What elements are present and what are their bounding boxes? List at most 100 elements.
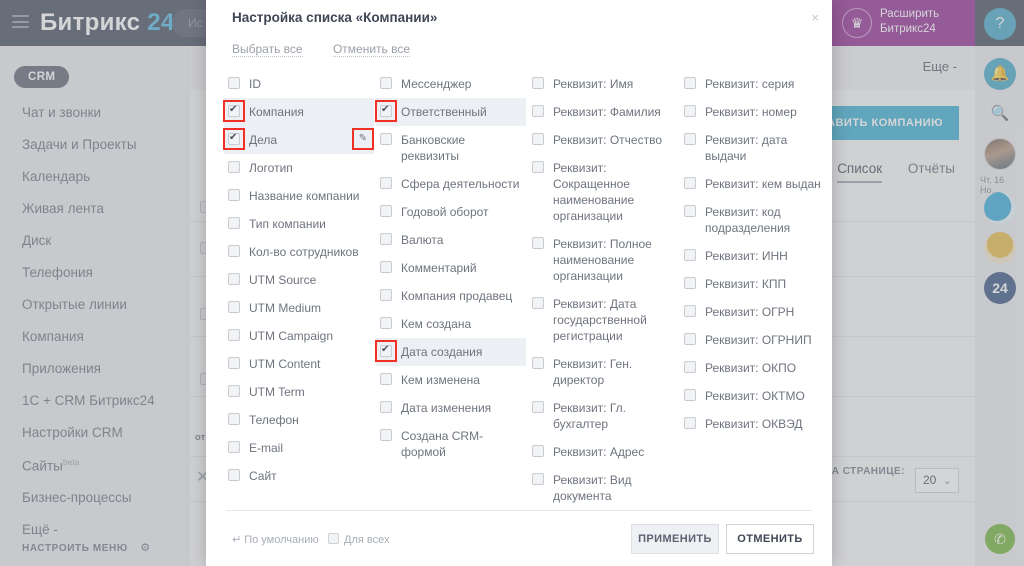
checkbox-icon[interactable]: [380, 343, 392, 357]
checkbox-icon[interactable]: [228, 77, 240, 89]
checkbox-icon[interactable]: [532, 297, 544, 309]
field-option-row[interactable]: Реквизит: Адрес: [528, 438, 678, 466]
checkbox-icon[interactable]: [380, 205, 392, 217]
field-option-row[interactable]: ID: [224, 70, 374, 98]
field-option-row[interactable]: Создана CRM-формой: [376, 422, 526, 466]
checkbox-icon[interactable]: [380, 103, 392, 117]
field-option-row[interactable]: Реквизит: ОКВЭД: [680, 410, 830, 438]
checkbox-icon[interactable]: [228, 329, 240, 341]
select-all-link[interactable]: Выбрать все: [232, 42, 303, 57]
field-option-row[interactable]: UTM Medium: [224, 294, 374, 322]
field-option-row[interactable]: UTM Term: [224, 378, 374, 406]
checkbox-icon[interactable]: [228, 131, 240, 145]
checkbox-icon[interactable]: [228, 189, 240, 201]
field-option-row[interactable]: Сайт: [224, 462, 374, 490]
field-option-row[interactable]: Реквизит: дата выдачи: [680, 126, 830, 170]
checkbox-icon[interactable]: [380, 373, 392, 385]
checkbox-icon[interactable]: [532, 105, 544, 117]
checkbox-icon[interactable]: [228, 103, 240, 117]
field-option-row[interactable]: Реквизит: ИНН: [680, 242, 830, 270]
field-option-row[interactable]: Реквизит: серия: [680, 70, 830, 98]
field-option-row[interactable]: Мессенджер: [376, 70, 526, 98]
checkbox-icon[interactable]: [380, 429, 392, 441]
field-option-row[interactable]: Реквизит: Сокращенное наименование орган…: [528, 154, 678, 230]
field-option-row[interactable]: E-mail: [224, 434, 374, 462]
deselect-all-link[interactable]: Отменить все: [332, 42, 411, 57]
field-option-row[interactable]: Телефон: [224, 406, 374, 434]
field-option-row[interactable]: Тип компании: [224, 210, 374, 238]
checkbox-icon[interactable]: [684, 177, 696, 189]
field-option-row[interactable]: Название компании: [224, 182, 374, 210]
field-option-row[interactable]: Реквизит: Фамилия: [528, 98, 678, 126]
checkbox-icon[interactable]: [228, 273, 240, 285]
checkbox-icon[interactable]: [532, 401, 544, 413]
restore-default-link[interactable]: ↵ По умолчанию: [232, 533, 319, 546]
checkbox-icon[interactable]: [684, 133, 696, 145]
checkbox-icon[interactable]: [228, 245, 240, 257]
field-option-row[interactable]: Реквизит: Ген. директор: [528, 350, 678, 394]
field-option-row[interactable]: Реквизит: код подразделения: [680, 198, 830, 242]
field-option-row[interactable]: Сфера деятельности: [376, 170, 526, 198]
checkbox-icon[interactable]: [228, 161, 240, 173]
field-option-row[interactable]: Реквизит: ОКПО: [680, 354, 830, 382]
checkbox-icon[interactable]: [228, 469, 240, 481]
field-option-row[interactable]: Кем создана: [376, 310, 526, 338]
checkbox-icon[interactable]: [380, 317, 392, 329]
field-option-row[interactable]: Годовой оборот: [376, 198, 526, 226]
field-option-row[interactable]: Реквизит: ОГРН: [680, 298, 830, 326]
field-option-row[interactable]: Кол-во сотрудников: [224, 238, 374, 266]
cancel-button[interactable]: ОТМЕНИТЬ: [726, 524, 814, 554]
checkbox-icon[interactable]: [532, 237, 544, 249]
field-option-row[interactable]: Реквизит: Полное наименование организаци…: [528, 230, 678, 290]
checkbox-icon[interactable]: [228, 357, 240, 369]
field-option-row[interactable]: Дата изменения: [376, 394, 526, 422]
field-option-row[interactable]: Реквизит: ОКТМО: [680, 382, 830, 410]
field-option-row[interactable]: Компания продавец: [376, 282, 526, 310]
field-option-row[interactable]: Комментарий: [376, 254, 526, 282]
checkbox-icon[interactable]: [684, 305, 696, 317]
checkbox-icon[interactable]: [684, 249, 696, 261]
checkbox-icon[interactable]: [380, 177, 392, 189]
field-option-row[interactable]: Валюта: [376, 226, 526, 254]
field-option-row[interactable]: Дела ✎: [224, 126, 374, 154]
checkbox-icon[interactable]: [532, 357, 544, 369]
field-option-row[interactable]: Реквизит: Отчество: [528, 126, 678, 154]
field-option-row[interactable]: UTM Source: [224, 266, 374, 294]
checkbox-icon[interactable]: [684, 77, 696, 89]
checkbox-icon[interactable]: [532, 473, 544, 485]
checkbox-icon[interactable]: [532, 77, 544, 89]
checkbox-icon[interactable]: [532, 133, 544, 145]
checkbox-icon[interactable]: [380, 77, 392, 89]
field-option-row[interactable]: Логотип: [224, 154, 374, 182]
checkbox-icon[interactable]: [684, 205, 696, 217]
checkbox-icon[interactable]: [684, 277, 696, 289]
checkbox-icon[interactable]: [228, 441, 240, 453]
field-option-row[interactable]: Дата создания: [376, 338, 526, 366]
field-option-row[interactable]: Ответственный: [376, 98, 526, 126]
edit-pencil-icon[interactable]: ✎: [356, 132, 370, 146]
field-option-row[interactable]: Реквизит: КПП: [680, 270, 830, 298]
field-option-row[interactable]: Банковские реквизиты: [376, 126, 526, 170]
checkbox-icon[interactable]: [228, 413, 240, 425]
for-all-checkbox[interactable]: Для всех: [328, 533, 389, 546]
field-option-row[interactable]: Реквизит: Дата государственной регистрац…: [528, 290, 678, 350]
checkbox-icon[interactable]: [684, 417, 696, 429]
checkbox-icon[interactable]: [684, 361, 696, 373]
close-icon[interactable]: ×: [811, 10, 819, 25]
field-option-row[interactable]: Реквизит: ОГРНИП: [680, 326, 830, 354]
checkbox-icon[interactable]: [684, 389, 696, 401]
checkbox-icon[interactable]: [380, 289, 392, 301]
field-option-row[interactable]: Реквизит: Вид документа: [528, 466, 678, 510]
field-option-row[interactable]: UTM Content: [224, 350, 374, 378]
field-option-row[interactable]: Реквизит: Гл. бухгалтер: [528, 394, 678, 438]
checkbox-icon[interactable]: [684, 333, 696, 345]
apply-button[interactable]: ПРИМЕНИТЬ: [631, 524, 719, 554]
field-option-row[interactable]: Реквизит: Имя: [528, 70, 678, 98]
checkbox-icon[interactable]: [684, 105, 696, 117]
field-option-row[interactable]: Кем изменена: [376, 366, 526, 394]
checkbox-icon[interactable]: [380, 133, 392, 145]
field-option-row[interactable]: Компания: [224, 98, 374, 126]
checkbox-icon[interactable]: [228, 385, 240, 397]
checkbox-icon[interactable]: [228, 301, 240, 313]
checkbox-icon[interactable]: [228, 217, 240, 229]
